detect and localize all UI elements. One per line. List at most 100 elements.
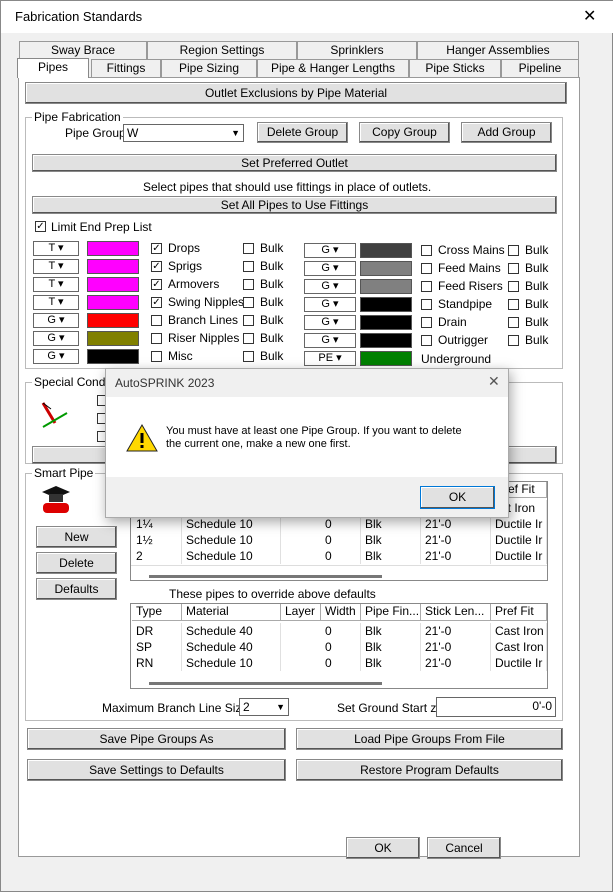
bulk-checkbox[interactable] [243, 261, 254, 272]
pipe-type-dropdown[interactable]: T ▾ [33, 277, 79, 292]
pipe-checkbox[interactable]: ✓ [151, 261, 162, 272]
dialog-ok-button[interactable]: OK [420, 486, 495, 509]
tab-pipe-sticks[interactable]: Pipe Sticks [409, 59, 501, 77]
add-group-button[interactable]: Add Group [461, 122, 552, 143]
table-cell: Ductile Ir [491, 548, 547, 564]
table-header-cell[interactable]: Material [182, 604, 281, 621]
set-all-pipes-button[interactable]: Set All Pipes to Use Fittings [32, 196, 557, 214]
bulk-checkbox[interactable] [508, 281, 519, 292]
table-header-cell[interactable]: Layer [281, 604, 321, 621]
ground-start-input[interactable]: 0'-0 [436, 697, 556, 717]
tab-sprinklers[interactable]: Sprinklers [297, 41, 417, 59]
override-table-scrollbar[interactable] [149, 682, 382, 685]
cancel-button[interactable]: Cancel [427, 837, 501, 859]
tab-fittings[interactable]: Fittings [91, 59, 161, 77]
tab-pipes[interactable]: Pipes [17, 58, 89, 78]
save-defaults-button[interactable]: Save Settings to Defaults [27, 759, 286, 781]
tab-hanger-assemblies[interactable]: Hanger Assemblies [417, 41, 579, 59]
restore-defaults-button[interactable]: Restore Program Defaults [296, 759, 563, 781]
bulk-checkbox[interactable] [508, 245, 519, 256]
table-header-cell[interactable]: Type [132, 604, 182, 621]
ok-button[interactable]: OK [346, 837, 420, 859]
bulk-checkbox[interactable] [508, 335, 519, 346]
smart-pipe-defaults-button[interactable]: Defaults [36, 578, 117, 600]
pipe-color-swatch[interactable] [87, 241, 139, 256]
pipe-type-dropdown[interactable]: G ▾ [304, 261, 356, 276]
outlet-exclusions-button[interactable]: Outlet Exclusions by Pipe Material [25, 82, 567, 104]
table-header-cell[interactable]: Stick Len... [421, 604, 491, 621]
pipe-color-swatch[interactable] [360, 333, 412, 348]
pipe-type-dropdown[interactable]: G ▾ [304, 297, 356, 312]
load-pipe-groups-button[interactable]: Load Pipe Groups From File [296, 728, 563, 750]
pipe-type-dropdown[interactable]: G ▾ [33, 349, 79, 364]
pipe-color-swatch[interactable] [360, 261, 412, 276]
pipe-checkbox[interactable]: ✓ [151, 297, 162, 308]
pipe-checkbox[interactable] [421, 335, 432, 346]
pipe-color-swatch[interactable] [87, 331, 139, 346]
pipe-type-dropdown[interactable]: G ▾ [304, 333, 356, 348]
tab-pipeline[interactable]: Pipeline [501, 59, 579, 77]
copy-group-button[interactable]: Copy Group [359, 122, 450, 143]
pipe-color-swatch[interactable] [360, 243, 412, 258]
pipe-group-select[interactable]: W ▼ [123, 124, 244, 142]
bulk-checkbox[interactable] [243, 297, 254, 308]
max-branch-select[interactable]: 2 ▼ [239, 698, 289, 716]
tab-pipe-hanger-lengths[interactable]: Pipe & Hanger Lengths [257, 59, 409, 77]
pipe-type-dropdown[interactable]: G ▾ [33, 313, 79, 328]
pipe-checkbox[interactable] [151, 333, 162, 344]
tab-pipe-sizing[interactable]: Pipe Sizing [161, 59, 257, 77]
close-icon[interactable]: ✕ [583, 6, 596, 26]
save-pipe-groups-button[interactable]: Save Pipe Groups As [27, 728, 286, 750]
table-header-cell[interactable]: Pipe Fin... [361, 604, 421, 621]
pipe-checkbox[interactable] [151, 351, 162, 362]
bulk-checkbox[interactable] [508, 299, 519, 310]
pipe-type-dropdown[interactable]: G ▾ [304, 243, 356, 258]
pipe-color-swatch[interactable] [87, 295, 139, 310]
pipe-type-dropdown[interactable]: G ▾ [33, 331, 79, 346]
smart-pipe-new-button[interactable]: New [36, 526, 117, 548]
pipe-color-swatch[interactable] [87, 313, 139, 328]
pipe-type-dropdown[interactable]: PE ▾ [304, 351, 356, 366]
pipe-color-swatch[interactable] [360, 297, 412, 312]
table-header-cell[interactable]: Width [321, 604, 361, 621]
smart-pipe-delete-button[interactable]: Delete [36, 552, 117, 574]
pipe-type-dropdown[interactable]: G ▾ [304, 279, 356, 294]
ground-start-label: Set Ground Start z: [337, 701, 440, 715]
bulk-checkbox[interactable] [243, 333, 254, 344]
pipe-type-dropdown[interactable]: T ▾ [33, 241, 79, 256]
pipe-checkbox[interactable] [421, 281, 432, 292]
bulk-checkbox[interactable] [243, 351, 254, 362]
pipe-color-swatch[interactable] [360, 315, 412, 330]
bulk-checkbox[interactable] [243, 279, 254, 290]
pipe-type-dropdown[interactable]: T ▾ [33, 259, 79, 274]
pipe-checkbox[interactable] [151, 315, 162, 326]
set-preferred-outlet-button[interactable]: Set Preferred Outlet [32, 154, 557, 172]
pipe-color-swatch[interactable] [87, 349, 139, 364]
pipe-checkbox[interactable] [421, 299, 432, 310]
default-table-scrollbar[interactable] [149, 575, 382, 578]
tab-region-settings[interactable]: Region Settings [147, 41, 297, 59]
bulk-checkbox[interactable] [243, 243, 254, 254]
pipe-type-dropdown[interactable]: T ▾ [33, 295, 79, 310]
pipe-checkbox[interactable] [421, 263, 432, 274]
pipe-checkbox[interactable] [421, 317, 432, 328]
bulk-checkbox[interactable] [508, 317, 519, 328]
delete-group-button[interactable]: Delete Group [257, 122, 348, 143]
pipe-color-swatch[interactable] [360, 351, 412, 366]
tab-sway-brace[interactable]: Sway Brace [19, 41, 147, 59]
pipe-type-dropdown[interactable]: G ▾ [304, 315, 356, 330]
bulk-checkbox[interactable] [508, 263, 519, 274]
pipe-color-swatch[interactable] [87, 277, 139, 292]
table-cell: Ductile Ir [491, 516, 547, 532]
table-header-cell[interactable]: Pref Fit [491, 604, 547, 621]
pipe-color-swatch[interactable] [87, 259, 139, 274]
pipe-checkbox[interactable] [421, 245, 432, 256]
bulk-checkbox[interactable] [243, 315, 254, 326]
pipe-checkbox[interactable]: ✓ [151, 279, 162, 290]
dialog-close-icon[interactable]: ✕ [488, 373, 500, 390]
pipe-checkbox[interactable]: ✓ [151, 243, 162, 254]
table-cell: 1¼ [132, 516, 182, 532]
limit-end-prep-checkbox[interactable]: ✓ [35, 221, 46, 232]
pipe-color-swatch[interactable] [360, 279, 412, 294]
warning-icon [126, 424, 158, 452]
